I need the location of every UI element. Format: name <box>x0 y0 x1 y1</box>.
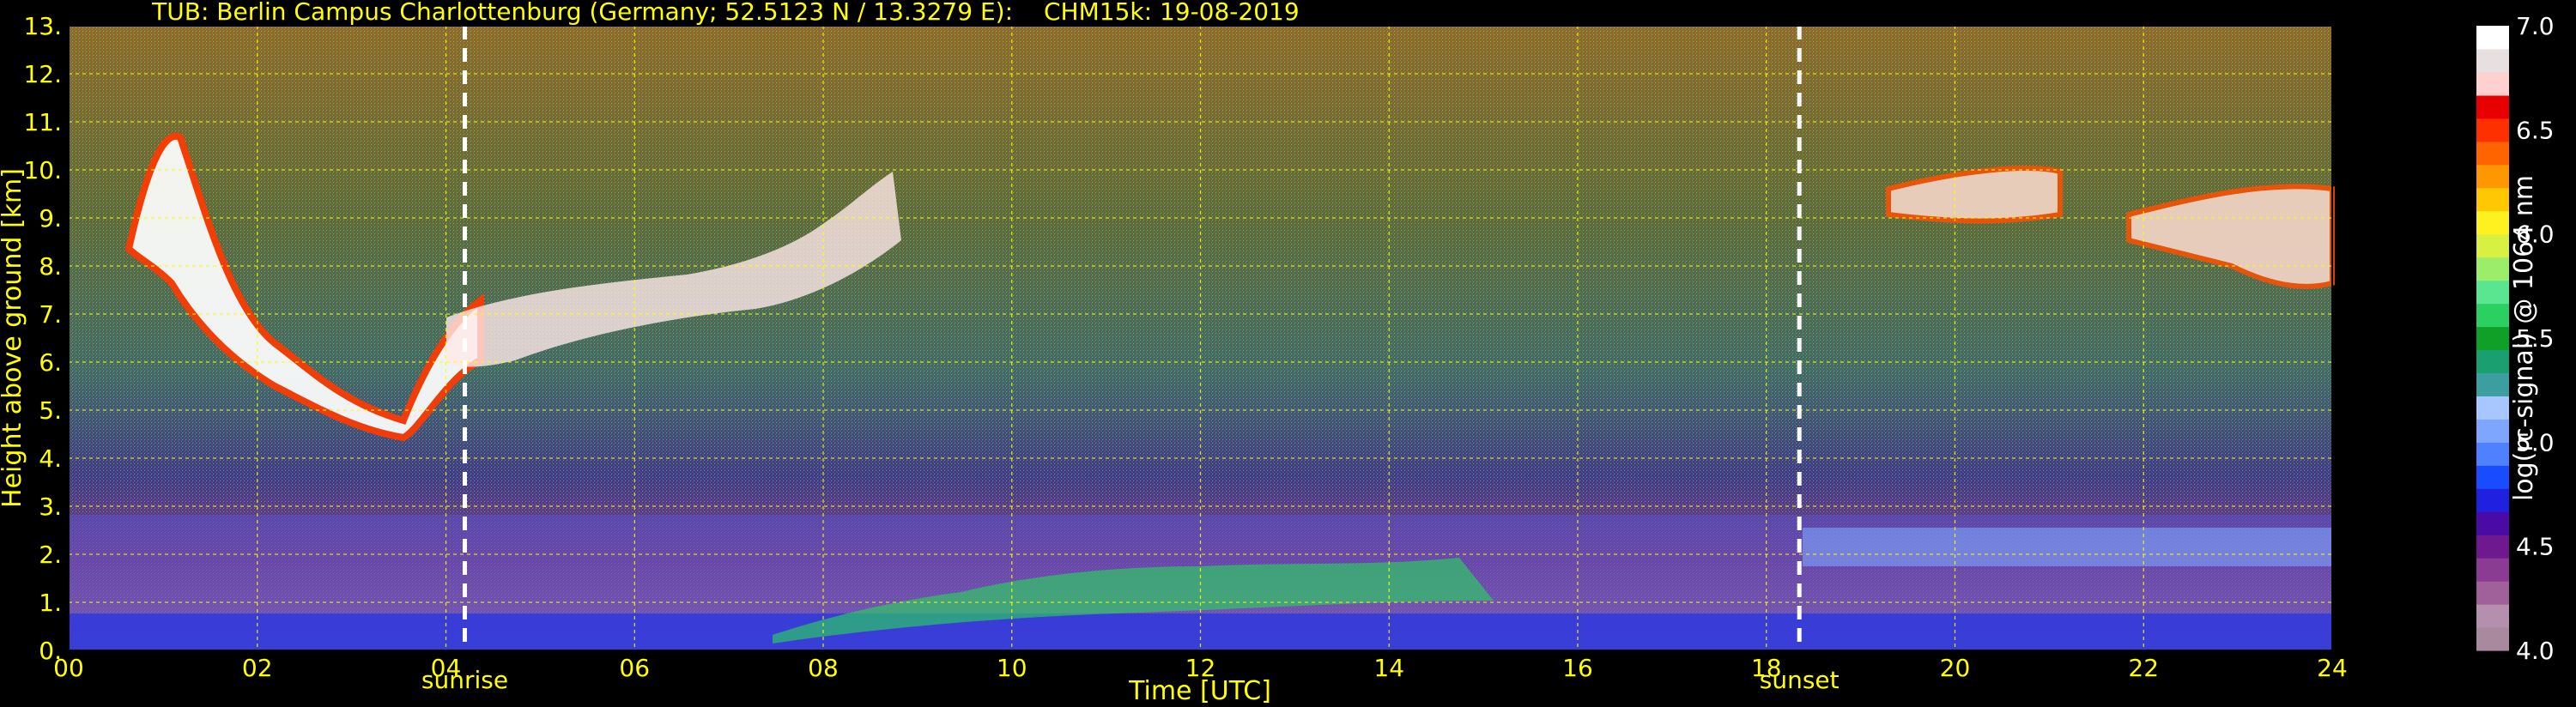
x-tick-label: 00 <box>53 654 84 682</box>
colorbar-segment <box>2476 581 2509 605</box>
colorbar-segment <box>2476 210 2509 235</box>
y-tick-label: 5. <box>39 396 62 425</box>
x-tick-label: 06 <box>619 654 650 682</box>
lidar-figure: 0.1.2.3.4.5.6.7.8.9.10.11.12.13. 00 02 04 0… <box>0 0 2555 706</box>
x-tick-label: 16 <box>1562 654 1593 682</box>
colorbar-segment <box>2476 94 2509 119</box>
colorbar <box>2476 26 2509 651</box>
sunrise-label: sunrise <box>421 666 508 694</box>
y-tick-label: 11. <box>23 108 62 136</box>
colorbar-segment <box>2476 26 2509 50</box>
x-tick-label: 10 <box>997 654 1027 682</box>
x-tick-label: 20 <box>1940 654 1971 682</box>
y-tick-label: 12. <box>23 60 62 88</box>
colorbar-segment <box>2476 280 2509 305</box>
y-tick-label: 10. <box>23 156 62 184</box>
colorbar-segment <box>2476 141 2509 166</box>
colorbar-segment <box>2476 48 2509 73</box>
sunset-label: sunset <box>1760 666 1840 694</box>
colorbar-segment <box>2476 465 2509 489</box>
colorbar-segment <box>2476 511 2509 535</box>
colorbar-segment <box>2476 164 2509 189</box>
y-tick-label: 2. <box>39 541 62 569</box>
colorbar-segment <box>2476 488 2509 512</box>
colorbar-segment <box>2476 535 2509 559</box>
x-tick-label: 22 <box>2128 654 2159 682</box>
colorbar-tick-label: 6.5 <box>2516 116 2555 144</box>
y-tick-label: 6. <box>39 348 62 377</box>
y-tick-label: 13. <box>23 12 62 40</box>
colorbar-segment <box>2476 627 2509 651</box>
colorbar-label: log(rc-signal) @ 1064 nm <box>2509 175 2539 501</box>
colorbar-segment <box>2476 419 2509 443</box>
colorbar-segment <box>2476 558 2509 582</box>
colorbar-tick-label: 7.0 <box>2516 12 2555 40</box>
colorbar-segment <box>2476 257 2509 281</box>
colorbar-tick-label: 4.0 <box>2516 637 2555 665</box>
colorbar-segment <box>2476 233 2509 258</box>
y-tick-label: 8. <box>39 252 62 281</box>
colorbar-segment <box>2476 71 2509 96</box>
y-tick-label: 3. <box>39 492 62 521</box>
x-tick-label: 24 <box>2317 654 2348 682</box>
chart-title-left: TUB: Berlin Campus Charlottenburg (Germa… <box>151 0 1013 26</box>
y-tick-label: 1. <box>39 589 62 617</box>
y-tick-labels: 0.1.2.3.4.5.6.7.8.9.10.11.12.13. <box>23 12 62 665</box>
chart-title-right: CHM15k: 19-08-2019 <box>1044 0 1300 26</box>
colorbar-segment <box>2476 187 2509 212</box>
colorbar-segment <box>2476 604 2509 628</box>
colorbar-segment <box>2476 118 2509 142</box>
y-tick-label: 4. <box>39 444 62 473</box>
colorbar-segment <box>2476 303 2509 328</box>
x-tick-label: 02 <box>242 654 273 682</box>
residual-layer <box>1803 528 2332 566</box>
x-tick-label: 14 <box>1373 654 1404 682</box>
colorbar-tick-label: 4.5 <box>2516 533 2555 561</box>
colorbar-segment <box>2476 326 2509 351</box>
y-tick-label: 7. <box>39 300 62 329</box>
y-axis-label: Height above ground [km] <box>0 168 27 508</box>
colorbar-segment <box>2476 442 2509 466</box>
x-axis-label: Time [UTC] <box>1128 676 1271 706</box>
x-tick-label: 08 <box>808 654 839 682</box>
colorbar-segment <box>2476 372 2509 397</box>
colorbar-segment <box>2476 396 2509 420</box>
y-tick-label: 9. <box>39 204 62 233</box>
colorbar-segment <box>2476 349 2509 374</box>
